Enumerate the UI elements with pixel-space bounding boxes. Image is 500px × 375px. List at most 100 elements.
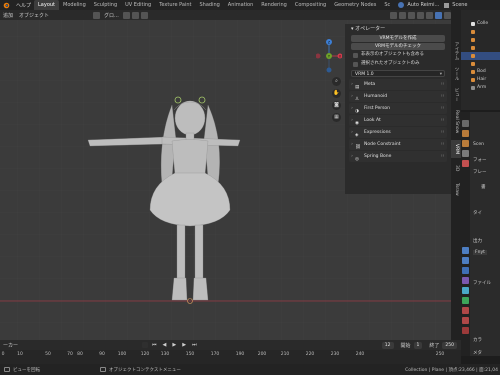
proportional-edit-icon[interactable] — [140, 11, 148, 19]
color-management-panel[interactable]: カラ — [473, 337, 482, 343]
outliner-row[interactable] — [461, 60, 500, 68]
subpanel-spring-bone[interactable]: › ◎ Spring Bone ⁞⁞ — [349, 151, 447, 162]
pivot-icon[interactable] — [122, 11, 130, 19]
timeline-ruler[interactable]: 0 10 50 70 80 90 100 120 130 150 170 190… — [0, 350, 461, 364]
modifier-tab-icon[interactable] — [462, 267, 469, 274]
drag-handle-icon[interactable]: ⁞⁞ — [441, 151, 444, 162]
jump-end-icon[interactable]: ⏭ — [189, 342, 200, 348]
pan-tool[interactable]: ✋ — [332, 89, 341, 98]
physics-tab-icon[interactable] — [462, 287, 469, 294]
tab-vrm[interactable]: VRM — [451, 140, 461, 158]
subpanel-node-constraint[interactable]: › ⛓ Node Constraint ⁞⁞ — [349, 139, 447, 150]
outliner-row[interactable] — [461, 36, 500, 44]
time-stretch-panel[interactable]: タイ — [473, 210, 482, 216]
world-tab-icon[interactable] — [462, 247, 469, 254]
navigation-gizmo[interactable]: Z Y X — [316, 37, 342, 75]
data-tab-icon[interactable] — [462, 307, 469, 314]
menu-object[interactable]: オブジェクト — [16, 12, 52, 19]
output-panel[interactable]: 出力 — [473, 238, 482, 244]
blender-logo-icon[interactable] — [3, 2, 10, 9]
drag-handle-icon[interactable]: ⁞⁞ — [441, 79, 444, 90]
output-tab-icon[interactable] — [462, 140, 469, 147]
snap-icon[interactable] — [131, 11, 139, 19]
scene-tab-icon[interactable] — [462, 160, 469, 167]
tab-rendering[interactable]: Rendering — [257, 0, 291, 10]
end-frame-field[interactable]: 250 — [442, 341, 457, 349]
transform-orientation-select[interactable]: グロ... — [101, 12, 122, 19]
perspective-toggle[interactable]: ▦ — [332, 113, 341, 122]
tab-shading[interactable]: Shading — [195, 0, 223, 10]
tab-tool[interactable]: ツール — [451, 65, 461, 83]
shading-wireframe-icon[interactable] — [426, 11, 433, 19]
outliner-row-selected[interactable] — [461, 52, 500, 60]
frame-range-panel[interactable]: フレー — [473, 169, 487, 175]
transform-orientation-icon[interactable] — [93, 11, 101, 19]
gizmo-toggle-icon[interactable] — [399, 11, 406, 19]
metadata-panel[interactable]: メタ — [473, 350, 482, 356]
drag-handle-icon[interactable]: ⁞⁞ — [441, 103, 444, 114]
subpanel-first-person[interactable]: › ◑ First Person ⁞⁞ — [349, 103, 447, 114]
shading-material-icon[interactable] — [444, 11, 451, 19]
format-panel[interactable]: フォー — [473, 157, 487, 163]
subpanel-meta[interactable]: › ▤ Meta ⁞⁞ — [349, 79, 447, 90]
tab-scripting[interactable]: Sc — [380, 0, 394, 10]
zoom-tool[interactable]: ⌕ — [332, 77, 341, 86]
tab-real-snow[interactable]: Real Snow — [451, 107, 461, 137]
visibility-icon[interactable] — [390, 11, 397, 19]
include-hidden-checkbox[interactable]: 非表示のオブジェクトも含める — [353, 51, 443, 59]
addon-label[interactable]: Auto Reimi... — [404, 2, 442, 8]
drag-handle-icon[interactable]: ⁞⁞ — [441, 91, 444, 102]
step-forward-icon[interactable]: ▶ — [179, 342, 189, 348]
camera-view-tool[interactable]: ◙ — [332, 101, 341, 110]
particles-tab-icon[interactable] — [462, 277, 469, 284]
selected-only-checkbox[interactable]: 選択されたオブジェクトのみ — [353, 60, 443, 68]
xray-toggle-icon[interactable] — [417, 11, 424, 19]
shading-solid-icon[interactable] — [435, 11, 442, 19]
output-path-field[interactable]: Fnyt — [473, 250, 487, 255]
tab-geometry-nodes[interactable]: Geometry Nodes — [330, 0, 380, 10]
properties-editor[interactable]: Scen フォー フレー 書 タイ 出力 Fnyt ファイル カラ メタ — [461, 112, 500, 356]
drag-handle-icon[interactable]: ⁞⁞ — [441, 127, 444, 138]
tab-modeling[interactable]: Modeling — [59, 0, 90, 10]
overlay-toggle-icon[interactable] — [408, 11, 415, 19]
jump-start-icon[interactable]: ⏮ — [149, 342, 160, 348]
tab-uv-editing[interactable]: UV Editing — [121, 0, 155, 10]
tab-compositing[interactable]: Compositing — [291, 0, 330, 10]
outliner-row[interactable]: Hair — [461, 76, 500, 84]
tab-animation[interactable]: Animation — [224, 0, 258, 10]
marker-menu[interactable]: ーカー — [0, 342, 21, 349]
render-tab-icon[interactable] — [462, 130, 469, 137]
step-back-icon[interactable]: ◀ — [160, 342, 170, 348]
menu-help[interactable]: ヘルプ — [13, 2, 34, 9]
tab-view[interactable]: ビュー — [451, 86, 461, 104]
view-layer-tab-icon[interactable] — [462, 150, 469, 157]
outliner-row[interactable]: Colle — [461, 20, 500, 28]
constraints-tab-icon[interactable] — [462, 297, 469, 304]
subpanel-expressions[interactable]: › ◈ Expressions ⁞⁞ — [349, 127, 447, 138]
menu-add[interactable]: 追加 — [0, 12, 16, 19]
material-tab-icon[interactable] — [462, 317, 469, 324]
outliner-row[interactable] — [461, 44, 500, 52]
outliner-row[interactable]: Bod — [461, 68, 500, 76]
scene-selector[interactable]: Scene — [449, 2, 470, 8]
record-icon[interactable] — [142, 342, 149, 348]
texture-tab-icon[interactable] — [462, 327, 469, 334]
subpanel-humanoid[interactable]: › ♙ Humanoid ⁞⁞ — [349, 91, 447, 102]
tab-3d[interactable]: 3D — [451, 161, 461, 175]
drag-handle-icon[interactable]: ⁞⁞ — [441, 139, 444, 150]
tab-sculpting[interactable]: Sculpting — [90, 0, 121, 10]
tool-tab-icon[interactable] — [462, 120, 469, 127]
tab-layout[interactable]: Layout — [34, 0, 60, 10]
subpanel-look-at[interactable]: › ◉ Look At ⁞⁞ — [349, 115, 447, 126]
outliner-row[interactable] — [461, 28, 500, 36]
vrm-version-select[interactable]: VRM 1.0 ▾ — [351, 70, 445, 77]
outliner[interactable]: Colle Bod Hair Arm — [461, 10, 500, 110]
operator-panel-title[interactable]: ▾ オペレーター — [345, 24, 451, 34]
current-frame-field[interactable]: 12 — [381, 341, 394, 349]
tab-texture-paint[interactable]: Texture Paint — [155, 0, 195, 10]
tab-tsraw[interactable]: Tsraw — [451, 178, 461, 200]
play-icon[interactable]: ▶ — [169, 342, 179, 348]
object-tab-icon[interactable] — [462, 257, 469, 264]
start-frame-field[interactable]: 1 — [413, 341, 423, 349]
create-vrm-model-button[interactable]: VRMモデルを作成 — [351, 35, 445, 42]
